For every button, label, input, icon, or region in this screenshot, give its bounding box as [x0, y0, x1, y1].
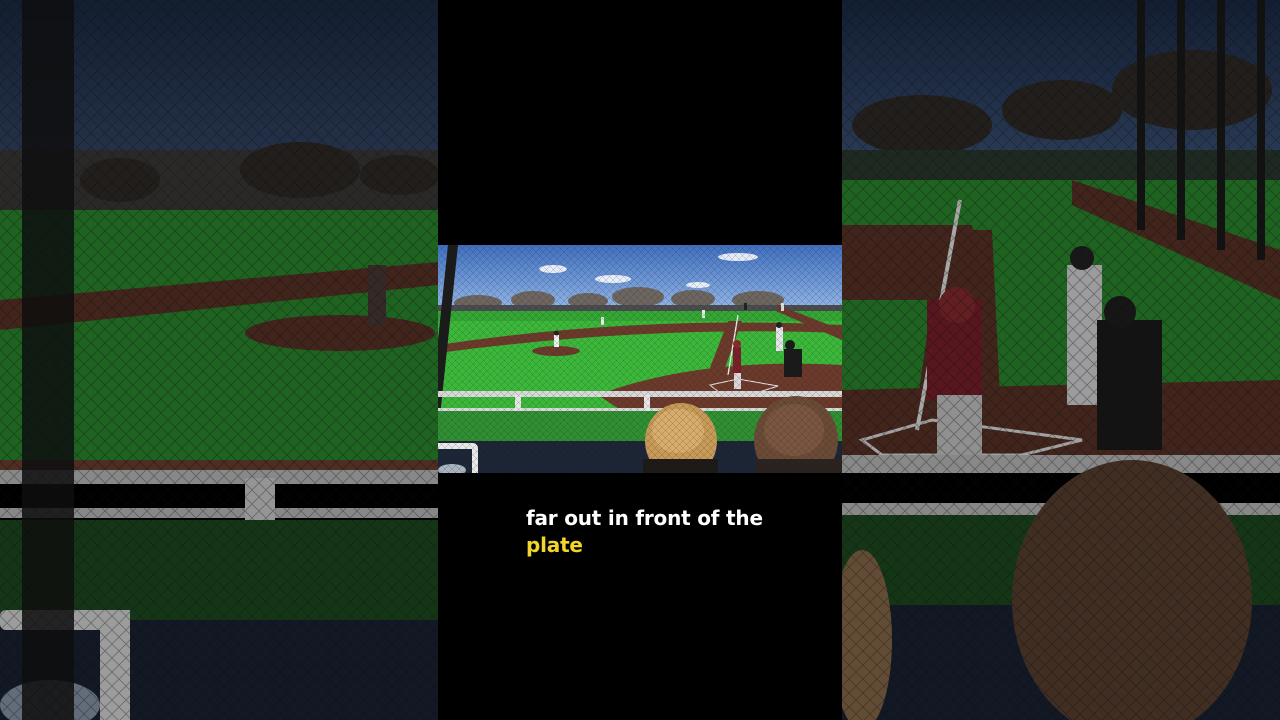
caption-line-1: far out in front of the — [526, 506, 763, 530]
caption-line-2-highlight: plate — [526, 533, 583, 557]
baseball-field-scene — [438, 245, 842, 473]
subtitle-caption: far out in front of the plate — [526, 505, 826, 559]
video-column: far out in front of the plate — [438, 0, 842, 720]
video-frame[interactable] — [438, 245, 842, 473]
right-background-blur — [842, 0, 1280, 720]
left-background-blur — [0, 0, 438, 720]
